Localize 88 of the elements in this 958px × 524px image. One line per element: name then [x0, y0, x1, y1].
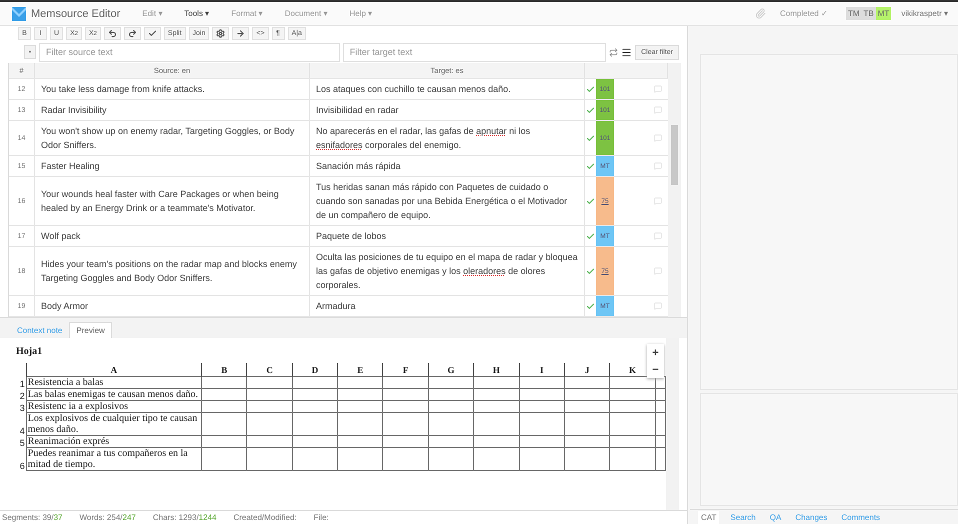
attachment-icon[interactable]	[755, 8, 766, 19]
user-menu[interactable]: vikikraspetr ▾	[901, 9, 948, 18]
comment-icon[interactable]	[654, 302, 662, 310]
row-number: 6	[16, 448, 26, 470]
row-number: 3	[16, 400, 26, 412]
comment-icon[interactable]	[654, 85, 662, 93]
spreadsheet-cell: Resistencia a balas	[26, 376, 202, 388]
check-icon[interactable]	[586, 232, 595, 240]
scrollbar[interactable]	[668, 63, 681, 317]
target-cell[interactable]: Tus heridas sanan más rápido con Paquetes de cuidado o cuando son sanadas por una Bebida Energética o el Motivador de un compañero de equipo.	[310, 177, 585, 225]
column-letter: C	[246, 363, 292, 376]
scrollbar[interactable]	[666, 338, 679, 510]
swap-icon[interactable]	[609, 48, 618, 56]
target-cell[interactable]: Oculta las posiciones de tu equipo en el mapa de radar y bloquea las gafas de objetivo enemigas y los oleradores de olores corporales.	[310, 247, 585, 295]
comment-icon[interactable]	[654, 267, 662, 275]
source-cell: Radar Invisibility	[35, 100, 310, 120]
comment-icon[interactable]	[654, 197, 662, 205]
status-item: Chars: 1293/1244	[152, 513, 216, 522]
source-cell: You take less damage from knife attacks.	[35, 79, 310, 99]
target-filter-field[interactable]: Filter target text	[342, 42, 606, 62]
arrow-right-icon	[236, 29, 246, 38]
undo-icon	[108, 29, 117, 38]
row-number: 4	[16, 412, 26, 436]
check-button[interactable]	[144, 27, 161, 40]
row-number: 5	[16, 436, 26, 448]
column-letter: F	[382, 363, 428, 376]
comment-icon[interactable]	[654, 162, 662, 170]
target-cell[interactable]: Sanación más rápida	[310, 156, 585, 176]
target-cell[interactable]: Los ataques con cuchillo te causan menos daño.	[310, 79, 585, 99]
spreadsheet-cell: Reanimación exprés	[26, 436, 202, 448]
column-letter: J	[564, 363, 610, 376]
spreadsheet-cell: Los explosivos de cualquier tipo te causan menos daño.	[26, 412, 202, 436]
zoom-in-button[interactable]: +	[647, 344, 664, 361]
check-icon	[148, 29, 157, 38]
check-icon[interactable]	[586, 84, 595, 94]
status-item: Created/Modified:	[233, 513, 297, 522]
column-letter: H	[474, 363, 520, 376]
column-letter: E	[338, 363, 383, 376]
redo-button[interactable]	[124, 27, 141, 40]
target-cell[interactable]: Paquete de lobos	[310, 226, 585, 246]
source-cell: Faster Healing	[35, 156, 310, 176]
gear-icon	[216, 29, 226, 38]
zoom-out-button[interactable]: −	[647, 361, 664, 378]
list-icon[interactable]	[621, 46, 632, 58]
column-letter: G	[428, 363, 474, 376]
source-filter-field[interactable]: Filter source text	[39, 42, 340, 62]
target-cell[interactable]: Invisibilidad en radar	[310, 100, 585, 120]
side-tab[interactable]: CAT	[698, 510, 720, 524]
column-letter: I	[519, 363, 564, 376]
column-letter: B	[202, 363, 247, 376]
check-icon[interactable]	[586, 134, 595, 142]
redo-icon	[128, 29, 137, 38]
check-icon[interactable]	[586, 106, 595, 114]
panel-tab[interactable]: Preview	[69, 322, 112, 338]
source-toggle[interactable]: TM	[846, 7, 862, 20]
source-cell: Body Armor	[35, 296, 310, 316]
comment-icon[interactable]	[654, 106, 662, 114]
check-icon[interactable]	[586, 302, 595, 310]
source-cell: Hides your team's positions on the radar map and blocks enemy Targeting Goggles and Body Odor Sniffers.	[35, 247, 310, 295]
source-cell: Wolf pack	[35, 226, 310, 246]
source-toggle[interactable]: TB	[862, 7, 876, 20]
source-toggle[interactable]: MT	[876, 7, 892, 20]
logo-icon	[12, 6, 26, 20]
source-cell: You won't show up on enemy radar, Targeting Goggles, or Body Odor Sniffers.	[35, 121, 310, 155]
undo-button[interactable]	[104, 27, 121, 40]
target-cell[interactable]: Armadura	[310, 296, 585, 316]
sheet-title: Hoja1	[16, 346, 42, 357]
column-letter: D	[292, 363, 338, 376]
spreadsheet-cell: Puedes reanimar a tus compañeros en la mitad de tiempo.	[26, 448, 202, 470]
status-item: Words: 254/247	[80, 513, 136, 522]
menu-item[interactable]: Tools ▾	[184, 9, 210, 18]
check-icon[interactable]	[586, 266, 595, 276]
status-item: File:	[314, 513, 329, 522]
status-item: Segments: 39/37	[2, 513, 62, 522]
check-icon[interactable]	[586, 162, 595, 170]
spreadsheet-cell: Las balas enemigas te causan menos daño.	[26, 388, 202, 400]
arrow-right-button[interactable]	[232, 27, 250, 40]
app-title: Memsource Editor	[31, 8, 120, 20]
target-cell[interactable]: No aparecerás en el radar, las gafas de apnutar ni los esnifadores corporales del enemigo.	[310, 121, 585, 155]
gear-button[interactable]	[212, 27, 230, 40]
spreadsheet-cell: Resistenc ia a explosivos	[26, 400, 202, 412]
source-cell: Your wounds heal faster with Care Packages or when being healed by an Energy Drink or a teammate's Motivator.	[35, 177, 310, 225]
comment-icon[interactable]	[654, 232, 662, 240]
check-icon[interactable]	[586, 196, 595, 206]
row-number: 2	[16, 388, 26, 400]
row-number: 1	[16, 376, 26, 388]
column-letter: A	[26, 363, 202, 376]
comment-icon[interactable]	[654, 134, 662, 142]
